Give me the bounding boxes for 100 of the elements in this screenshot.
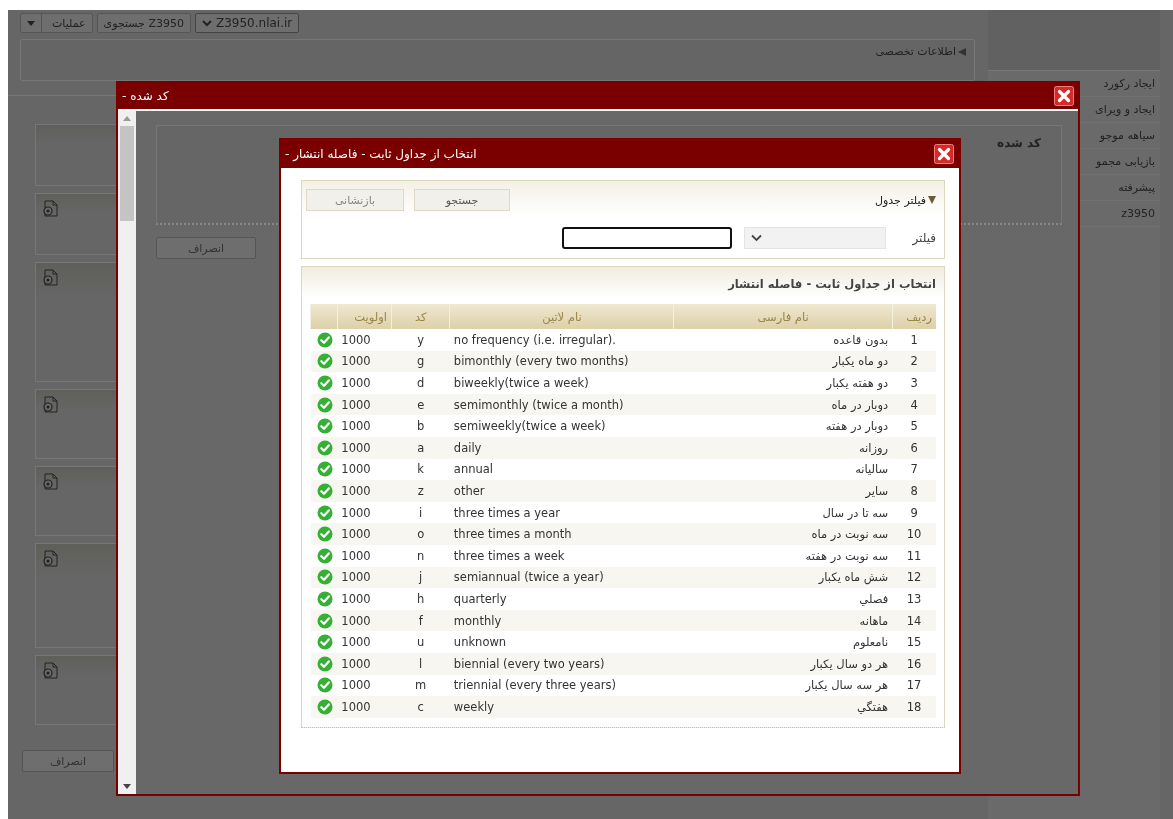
check-icon[interactable] xyxy=(317,396,334,413)
check-icon[interactable] xyxy=(317,482,334,499)
chevron-down-icon xyxy=(751,234,762,242)
check-icon[interactable] xyxy=(317,504,334,521)
column-header[interactable]: ردیف xyxy=(892,304,936,329)
table-cell: biennial (every two years) xyxy=(449,652,674,675)
table-cell: روزانه xyxy=(674,436,893,459)
table-cell: u xyxy=(391,631,450,653)
table-title: انتخاب از جداول ثابت - فاصله انتشار xyxy=(726,277,936,291)
table-cell: k xyxy=(391,458,450,481)
file-gear-icon xyxy=(42,396,58,413)
check-icon[interactable] xyxy=(317,634,334,651)
section-title[interactable]: اطلاعات تخصصی xyxy=(875,45,956,58)
table-cell: 1000 xyxy=(337,631,392,653)
close-icon[interactable] xyxy=(1054,86,1074,106)
table-cell: بدون قاعده xyxy=(674,329,893,351)
table-cell: triennial (every three years) xyxy=(449,674,674,697)
column-header[interactable]: اولویت xyxy=(337,304,392,329)
scrollbar[interactable] xyxy=(118,111,136,794)
reset-button[interactable]: بازنشانی xyxy=(306,189,404,211)
table-cell: شش ماه یکبار xyxy=(674,566,893,589)
table-cell: 1000 xyxy=(337,609,392,632)
table-cell: 1000 xyxy=(337,501,392,524)
filter-label: فیلتر xyxy=(911,231,936,245)
table-cell: هفتگي xyxy=(674,696,893,718)
table-cell: 1000 xyxy=(337,415,392,437)
check-icon[interactable] xyxy=(317,418,334,435)
triangle-down-icon[interactable] xyxy=(928,196,936,204)
table-cell: biweekly(twice a week) xyxy=(449,372,674,394)
table-cell: h xyxy=(391,588,450,610)
check-icon[interactable] xyxy=(317,677,334,694)
table-cell: 1 xyxy=(892,329,936,351)
table-cell: 10 xyxy=(892,523,936,545)
check-icon[interactable] xyxy=(317,612,334,629)
table-cell: j xyxy=(391,566,450,589)
check-icon[interactable] xyxy=(317,461,334,478)
table-cell: z xyxy=(391,480,450,502)
table-cell: i xyxy=(391,501,450,524)
table-cell: 4 xyxy=(892,393,936,416)
dialog-title: کد شده - xyxy=(122,89,169,103)
operations-button[interactable]: عملیات xyxy=(20,13,93,33)
cancel-button[interactable]: انصراف xyxy=(22,750,114,772)
scroll-thumb[interactable] xyxy=(120,126,134,221)
search-button[interactable]: جستجو xyxy=(414,189,510,211)
chevron-down-icon xyxy=(201,19,212,27)
table-cell: monthly xyxy=(449,609,674,632)
file-gear-icon xyxy=(42,269,58,286)
table-cell: 8 xyxy=(892,480,936,502)
check-icon[interactable] xyxy=(317,569,334,586)
z3950-search-button[interactable]: جستجوی Z3950 xyxy=(96,13,191,33)
check-icon[interactable] xyxy=(317,353,334,370)
check-icon[interactable] xyxy=(317,331,334,348)
table-cell: bimonthly (every two months) xyxy=(449,350,674,373)
server-select[interactable]: Z3950.nlai.ir xyxy=(194,13,300,33)
file-gear-icon xyxy=(42,473,58,490)
check-icon[interactable] xyxy=(317,547,334,564)
check-icon[interactable] xyxy=(317,439,334,456)
check-icon[interactable] xyxy=(317,375,334,391)
table-cell: هر دو سال یکبار xyxy=(674,652,893,675)
triangle-left-icon[interactable] xyxy=(958,47,966,56)
table-cell: سایر xyxy=(674,480,893,502)
table-cell: 3 xyxy=(892,372,936,394)
table-cell: unknown xyxy=(449,631,674,653)
table-cell: f xyxy=(391,609,450,632)
table-cell: ماهانه xyxy=(674,609,893,632)
check-icon[interactable] xyxy=(317,526,334,543)
table-cell: m xyxy=(391,674,450,697)
dialog-title: انتخاب از جداول ثابت - فاصله انتشار - xyxy=(285,147,477,161)
table-cell: other xyxy=(449,480,674,502)
table-cell: فصلي xyxy=(674,588,893,610)
table-cell: 1000 xyxy=(337,588,392,610)
table-cell: سه نوبت در ماه xyxy=(674,523,893,545)
field-label: کد شده xyxy=(997,136,1041,150)
table-cell: سه نوبت در هفته xyxy=(674,544,893,567)
table-cell: 18 xyxy=(892,696,936,718)
column-header[interactable]: نام فارسی xyxy=(674,304,893,329)
table-cell: نامعلوم xyxy=(674,631,893,653)
table-cell: weekly xyxy=(449,696,674,718)
table-cell: 7 xyxy=(892,458,936,481)
cancel-button[interactable]: انصراف xyxy=(156,237,256,259)
table-cell: a xyxy=(391,436,450,459)
table-cell: e xyxy=(391,393,450,416)
scroll-down-icon xyxy=(122,783,132,790)
panel-title[interactable]: فیلتر جدول xyxy=(875,193,926,207)
table-cell: b xyxy=(391,415,450,437)
table-cell: دو ماه یکبار xyxy=(674,350,893,373)
table-cell: دو هفته یکبار xyxy=(674,372,893,394)
check-icon[interactable] xyxy=(317,590,334,607)
table-cell: هر سه سال یکبار xyxy=(674,674,893,697)
check-icon[interactable] xyxy=(317,655,334,672)
table-cell: three times a year xyxy=(449,501,674,524)
check-icon[interactable] xyxy=(317,698,334,715)
column-header[interactable]: نام لاتین xyxy=(449,304,674,329)
table-cell: 16 xyxy=(892,652,936,675)
column-header[interactable]: کد xyxy=(391,304,450,329)
close-icon[interactable] xyxy=(934,144,954,164)
filter-input-field[interactable] xyxy=(562,227,732,249)
table-cell: 12 xyxy=(892,566,936,589)
table-cell: 1000 xyxy=(337,372,392,394)
table-cell: n xyxy=(391,544,450,567)
